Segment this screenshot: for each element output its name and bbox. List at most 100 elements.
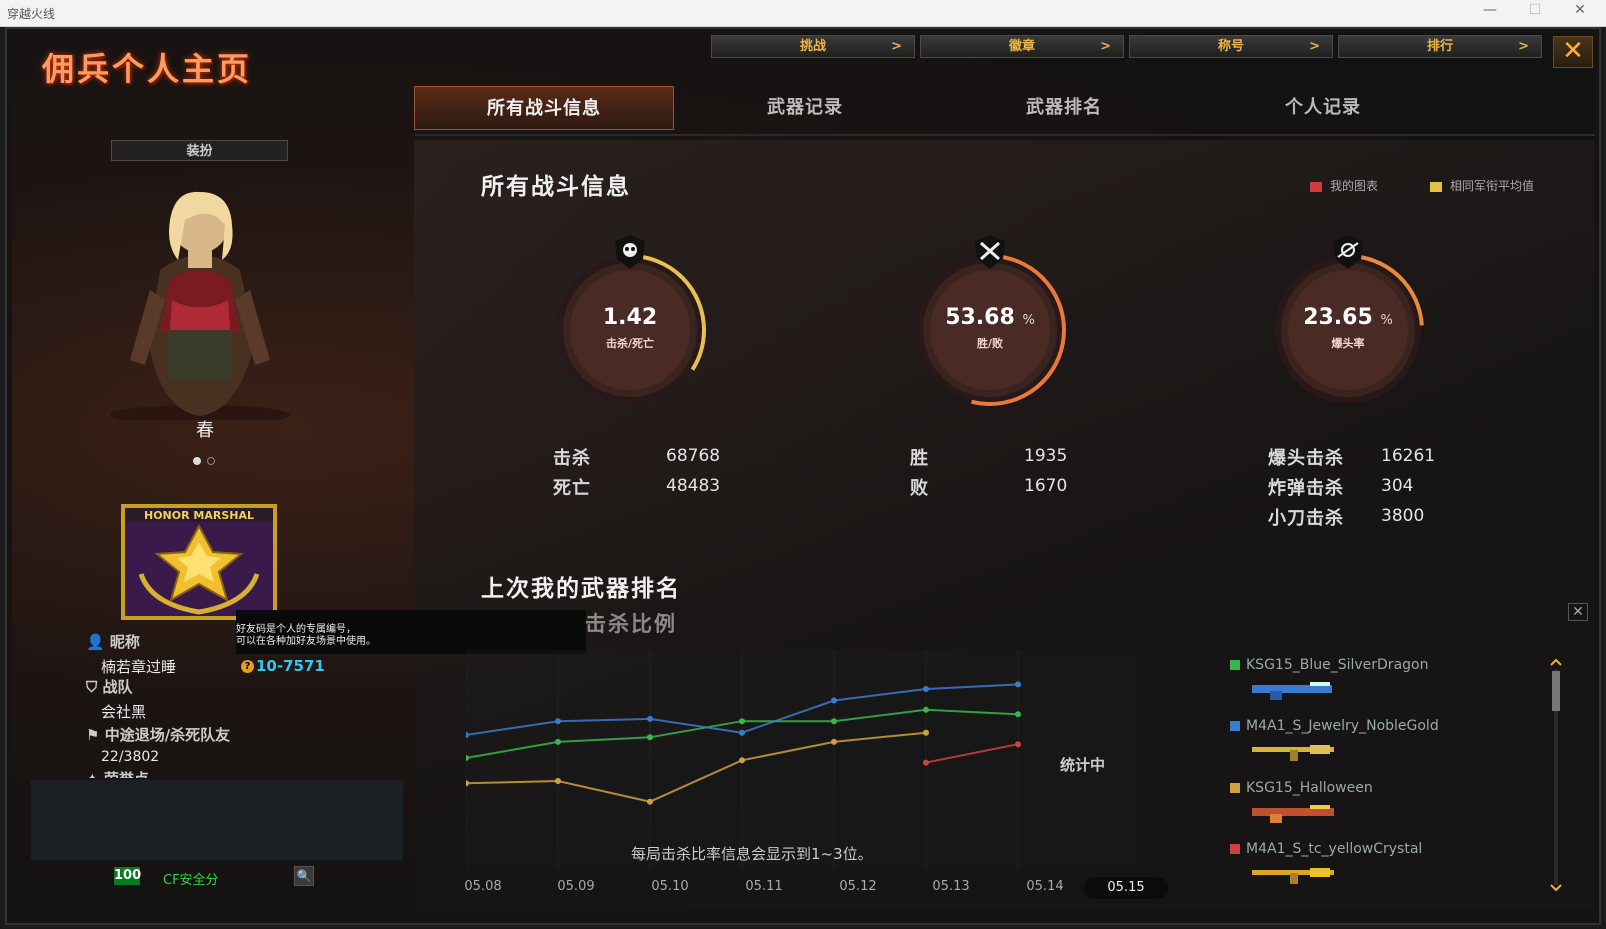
honor-icon: ✦ — [86, 770, 99, 778]
friend-code[interactable]: ? 10-7571 — [241, 657, 325, 675]
running-icon: ⚑ — [86, 726, 100, 744]
tab-personal-records[interactable]: 个人记录 — [1193, 86, 1453, 130]
quit-value: 22/3802 — [101, 749, 160, 765]
legend-swatch — [1230, 660, 1240, 670]
skull-icon — [615, 235, 645, 269]
data-point — [1015, 741, 1021, 748]
page-title: 佣兵个人主页 — [42, 50, 253, 88]
data-point — [1015, 711, 1021, 718]
chevron-right-icon: > — [891, 39, 902, 54]
legend-item-mine: 我的图表 — [1310, 177, 1378, 194]
gauge-ring — [554, 254, 706, 406]
legend-item-average: 相同军衔平均值 — [1430, 177, 1534, 194]
date-tick[interactable]: 05.13 — [921, 879, 981, 894]
section-title-battle-info: 所有战斗信息 — [481, 174, 631, 200]
bomb-kill-value: 304 — [1381, 476, 1414, 496]
data-point — [923, 706, 929, 713]
tab-weapon-records[interactable]: 武器记录 — [675, 86, 935, 130]
top-tab-badge[interactable]: 徽章 > — [920, 35, 1124, 58]
win-label: 胜 — [910, 448, 929, 469]
death-label: 死亡 — [553, 478, 591, 499]
carousel-dot[interactable] — [207, 457, 215, 465]
data-point — [831, 718, 837, 725]
data-point — [739, 729, 745, 736]
gauge-kd: 1.42 击杀/死亡 — [545, 235, 715, 415]
top-tab-ranking[interactable]: 排行 > — [1338, 35, 1542, 58]
kill-label: 击杀 — [553, 448, 591, 469]
chevron-right-icon: > — [1309, 39, 1320, 54]
emblem-text: HONOR MARSHAL — [144, 509, 254, 522]
tab-divider — [415, 134, 1595, 136]
date-tick[interactable]: 05.12 — [828, 879, 888, 894]
weapon-legend-item[interactable]: KSG15_Halloween — [1230, 780, 1373, 796]
gauge-label: 爆头率 — [1331, 337, 1365, 350]
search-icon[interactable]: 🔍 — [294, 866, 314, 886]
security-score: 100 — [114, 867, 142, 885]
date-tick[interactable]: 05.08 — [453, 879, 513, 894]
shield-icon: ⛉ — [86, 678, 98, 696]
gauge-value: 53.68 % — [945, 305, 1035, 330]
data-point — [739, 757, 745, 764]
data-point — [1015, 681, 1021, 688]
weapon-legend-item[interactable]: M4A1_S_Jewelry_NobleGold — [1230, 718, 1439, 734]
date-tick[interactable]: 05.11 — [734, 879, 794, 894]
top-tab-challenge[interactable]: 挑战 > — [711, 35, 915, 58]
character-portrait — [110, 191, 290, 420]
outfit-button[interactable]: 装扮 — [111, 140, 288, 161]
carousel-dots[interactable] — [193, 450, 221, 469]
help-icon[interactable]: ? — [241, 660, 254, 673]
close-icon[interactable]: ✕ — [1568, 603, 1588, 621]
tab-all-battle-info[interactable]: 所有战斗信息 — [414, 86, 674, 130]
lose-value: 1670 — [1024, 476, 1068, 496]
data-point — [831, 697, 837, 704]
gauge-ring — [914, 254, 1066, 406]
honor-label: ✦ 荣誉点 — [86, 768, 149, 778]
minimize-icon[interactable]: — — [1475, 2, 1505, 18]
weapon-image — [1252, 868, 1334, 884]
quit-label: ⚑ 中途退场/杀死队友 — [86, 726, 231, 744]
security-score-label: CF安全分 — [163, 873, 219, 888]
date-tick[interactable]: 05.09 — [546, 879, 606, 894]
data-point — [923, 759, 929, 766]
window-titlebar: 穿越火线 — ☐ ✕ — [0, 0, 1606, 27]
date-tick[interactable]: 05.10 — [640, 879, 700, 894]
close-button[interactable]: ✕ — [1553, 36, 1593, 68]
top-tab-title[interactable]: 称号 > — [1129, 35, 1333, 58]
data-point — [923, 729, 929, 736]
gauge-value: 23.65 % — [1303, 305, 1393, 330]
chevron-right-icon: > — [1518, 39, 1529, 54]
team-label: ⛉ 战队 — [86, 678, 133, 696]
legend-swatch — [1430, 181, 1442, 192]
chart-note: 每局击杀比率信息会显示到1~3位。 — [631, 845, 873, 863]
date-tick[interactable]: 05.14 — [1015, 879, 1075, 894]
weapon-legend-item[interactable]: KSG15_Blue_SilverDragon — [1230, 657, 1428, 673]
kill-ratio-chart — [466, 650, 1136, 870]
top-tab-label: 称号 — [1217, 39, 1244, 54]
info-box — [31, 780, 403, 860]
date-tick-selected[interactable]: 05.15 — [1084, 877, 1168, 899]
weapon-image — [1252, 805, 1334, 823]
rank-emblem: HONOR MARSHAL — [121, 504, 277, 620]
counting-label: 统计中 — [1060, 756, 1106, 774]
weapon-legend-item[interactable]: M4A1_S_tc_yellowCrystal — [1230, 841, 1422, 857]
nickname-value: 楠若章过睡 — [101, 658, 177, 676]
legend-swatch — [1230, 721, 1240, 731]
window-close-icon[interactable]: ✕ — [1565, 2, 1595, 18]
maximize-icon[interactable]: ☐ — [1520, 2, 1550, 18]
weapon-list-scrollbar[interactable] — [1549, 657, 1563, 897]
carousel-dot-active[interactable] — [193, 457, 201, 465]
gauge-label: 击杀/死亡 — [605, 337, 655, 350]
friend-code-value: 10-7571 — [256, 657, 325, 675]
top-tab-label: 徽章 — [1008, 39, 1035, 54]
chevron-right-icon: > — [1100, 39, 1111, 54]
crossed-guns-icon — [975, 235, 1005, 269]
window-title: 穿越火线 — [7, 7, 56, 21]
gauge-label: 胜/败 — [976, 337, 1004, 350]
tab-weapon-ranking[interactable]: 武器排名 — [934, 86, 1194, 130]
knife-kill-value: 3800 — [1381, 506, 1425, 526]
gauge-win-rate: 53.68 % 胜/败 — [905, 235, 1075, 415]
headshot-icon — [1333, 235, 1363, 269]
weapon-image — [1252, 682, 1332, 700]
win-value: 1935 — [1024, 446, 1068, 466]
legend-swatch — [1310, 181, 1322, 192]
